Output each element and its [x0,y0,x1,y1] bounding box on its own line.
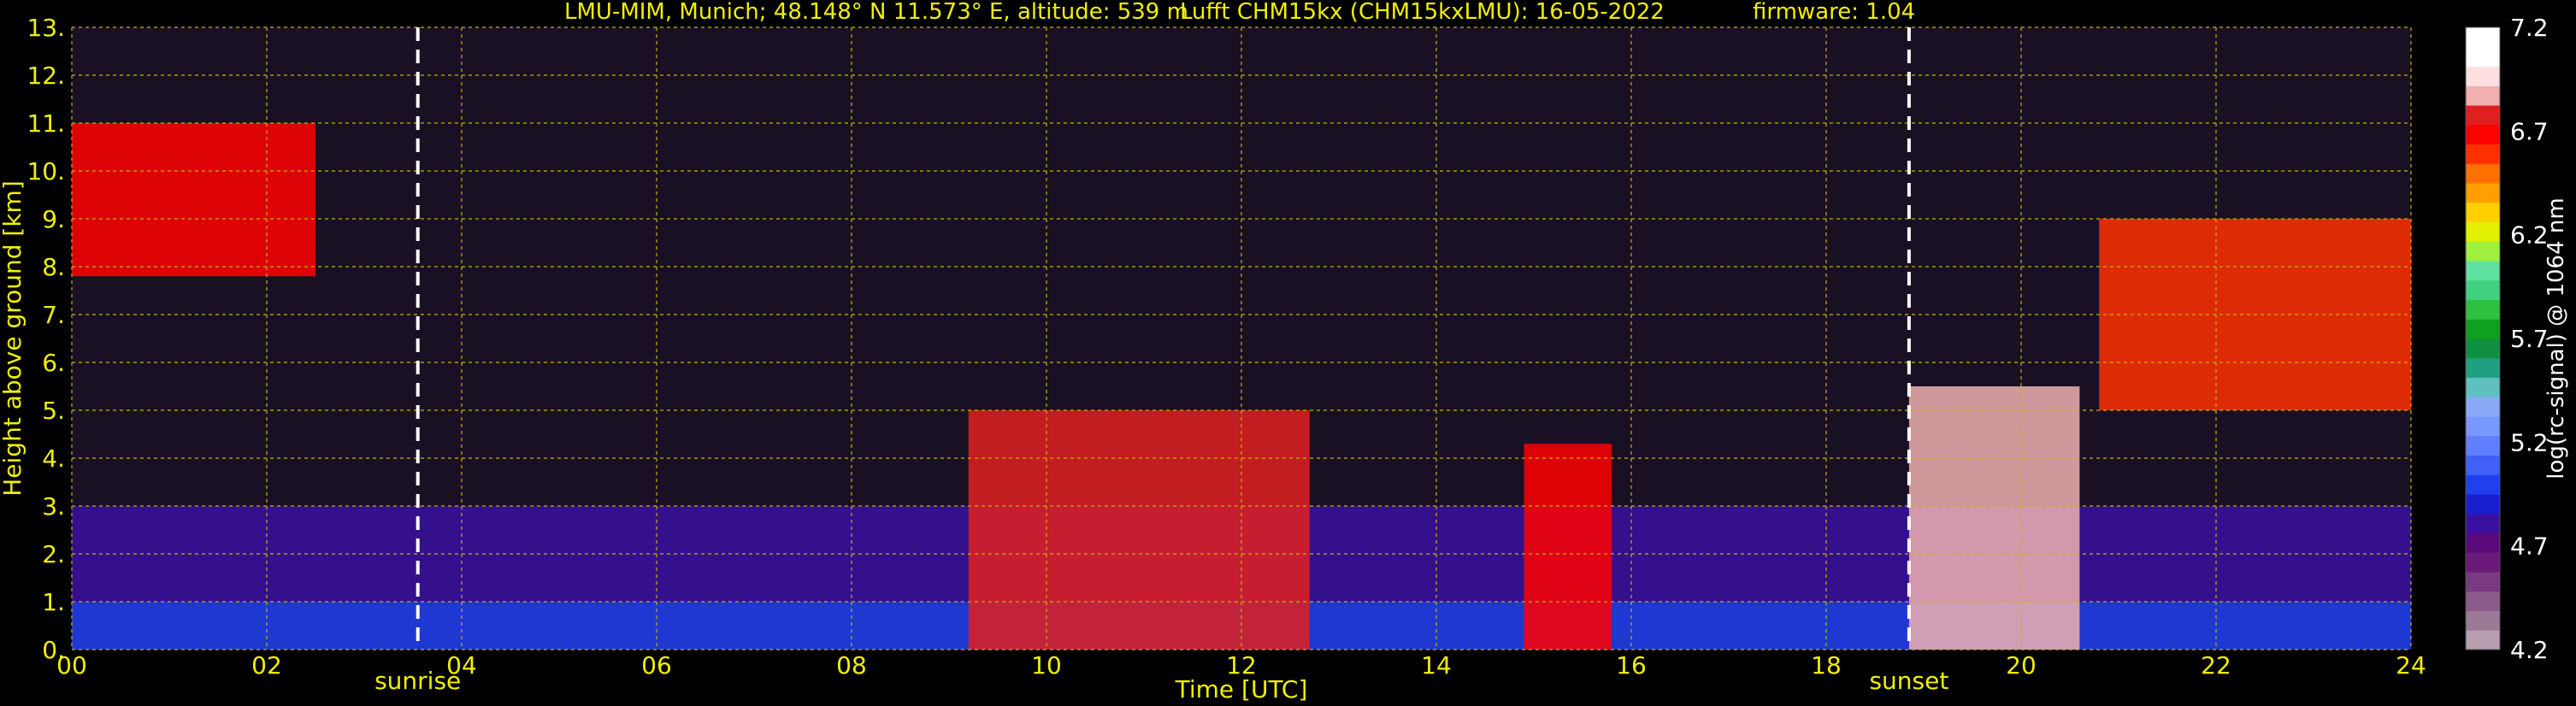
colorbar-tick-label: 4.2 [2510,636,2549,664]
colorbar-tick-label: 4.7 [2510,532,2549,561]
colorbar-segment [2466,124,2500,144]
x-tick-label: 24 [2396,651,2426,680]
y-tick-label: 13. [27,14,65,42]
colorbar-segment [2466,163,2500,184]
colorbar-segment [2466,279,2500,300]
colorbar-segment [2466,474,2500,495]
colorbar-segment [2466,377,2500,397]
colorbar-segment [2466,435,2500,456]
colorbar-segment [2466,183,2500,203]
x-tick-label: 14 [1421,651,1452,680]
colorbar-segment [2466,85,2500,106]
layer-cloud-15utc [1524,444,1612,650]
colorbar-tick-label: 5.2 [2510,428,2549,456]
colorbar-tick-label: 7.2 [2510,14,2549,42]
title-station: LMU-MIM, Munich; 48.148° N 11.573° E, al… [564,0,1188,25]
colorbar-segment [2466,397,2500,417]
colorbar-tick-label: 5.7 [2510,325,2549,353]
y-tick-label: 1. [42,588,65,616]
colorbar-segment [2466,105,2500,126]
x-tick-label: 10 [1031,651,1062,680]
plot-area: sunrise sunset [71,26,2412,695]
colorbar-segment [2466,144,2500,164]
x-tick-label: 20 [2006,651,2037,680]
x-tick-label: 18 [1811,651,1842,680]
x-tick-label: 02 [251,651,282,680]
colorbar-segment [2466,455,2500,475]
x-tick-label: 16 [1616,651,1647,680]
title-instrument: Lufft CHM15kx (CHM15kxLMU): 16-05-2022 [1180,0,1665,25]
ceilometer-chart: LMU-MIM, Munich; 48.148° N 11.573° E, al… [0,0,2576,706]
x-tick-label: 06 [641,651,672,680]
x-tick-label: 04 [446,651,477,680]
layer-cirrus-early [72,123,315,277]
colorbar [2465,26,2501,650]
y-tick-label: 8. [42,253,65,281]
sunset-marker-label: sunset [1869,667,1948,695]
colorbar-segment [2466,591,2500,611]
colorbar-segment [2466,27,2500,48]
colorbar-segment [2466,261,2500,281]
colorbar-segment [2466,610,2500,631]
y-tick-label: 2. [42,540,65,568]
colorbar-segment [2466,46,2500,67]
y-axis-label: Height above ground [km] [0,180,27,497]
layer-convective-clouds [968,410,1310,650]
layer-evening-clouds [1908,386,2080,650]
y-tick-label: 3. [42,492,65,521]
colorbar-segment [2466,66,2500,86]
y-tick-label: 4. [42,444,65,473]
colorbar-segment [2466,630,2500,650]
colorbar-segment [2466,532,2500,553]
colorbar-segment [2466,221,2500,242]
colorbar-segment [2466,494,2500,515]
colorbar-tick-label: 6.7 [2510,117,2549,145]
colorbar-segment [2466,299,2500,320]
colorbar-segment [2466,513,2500,533]
colorbar-segment [2466,416,2500,437]
y-tick-label: 0. [42,636,65,664]
x-tick-label: 08 [836,651,867,680]
title-firmware: firmware: 1.04 [1753,0,1915,25]
colorbar-segment [2466,338,2500,359]
colorbar-segment [2466,572,2500,592]
colorbar-segment [2466,319,2500,339]
y-tick-label: 9. [42,205,65,233]
colorbar-segment [2466,357,2500,378]
x-tick-label: 22 [2201,651,2231,680]
colorbar-segment [2466,202,2500,222]
colorbar-segment [2466,241,2500,262]
colorbar-segment [2466,552,2500,573]
colorbar-label: log(rc-signal) @ 1064 nm [2544,197,2569,479]
y-tick-label: 7. [42,301,65,329]
y-tick-label: 10. [27,157,65,185]
y-tick-label: 11. [27,109,65,138]
y-tick-label: 5. [42,397,65,425]
x-axis-label: Time [UTC] [1175,675,1308,703]
y-tick-label: 12. [27,62,65,90]
colorbar-tick-label: 6.2 [2510,221,2549,250]
y-tick-label: 6. [42,349,65,377]
